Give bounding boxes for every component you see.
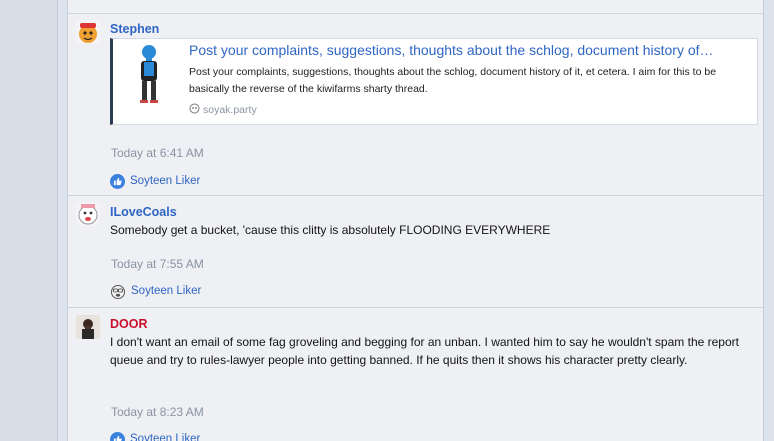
author-name[interactable]: Stephen: [110, 22, 159, 36]
like-icon: [110, 431, 125, 441]
message-text: I don't want an email of some fag grovel…: [110, 335, 739, 367]
reaction-summary[interactable]: Soyteen Liker: [110, 173, 200, 189]
post-stephen: Stephen Post your complaints, suggestion…: [68, 14, 763, 196]
post-door: DOOR I don't want an email of some fag g…: [68, 308, 763, 441]
reaction-label: Soyteen Liker: [130, 433, 201, 441]
embed-source-label: soyak.party: [203, 104, 257, 116]
blue-figure-icon: [136, 44, 162, 104]
avatar[interactable]: [76, 202, 100, 226]
favicon-icon: [189, 103, 200, 117]
post-ilovecoals: ILoveCoals Somebody get a bucket, 'cause…: [68, 196, 763, 308]
post-timestamp[interactable]: Today at 6:41 AM: [111, 146, 204, 160]
embed-source[interactable]: soyak.party: [189, 103, 257, 117]
reaction-summary[interactable]: Soyteen Liker: [110, 283, 201, 299]
like-icon: [110, 173, 125, 189]
left-sidebar-rail: [0, 0, 58, 441]
reaction-label: Soyteen Liker: [130, 175, 201, 187]
reaction-summary[interactable]: Soyteen Liker: [110, 431, 200, 441]
post-timestamp[interactable]: Today at 8:23 AM: [111, 405, 204, 419]
post-timestamp[interactable]: Today at 7:55 AM: [111, 257, 204, 271]
author-name[interactable]: DOOR: [110, 317, 148, 331]
embed-description: Post your complaints, suggestions, thoug…: [189, 66, 717, 95]
avatar[interactable]: [76, 20, 100, 44]
message-text: Somebody get a bucket, 'cause this clitt…: [110, 223, 551, 237]
avatar[interactable]: [76, 315, 100, 339]
author-name[interactable]: ILoveCoals: [110, 205, 177, 219]
embed-title-link[interactable]: Post your complaints, suggestions, thoug…: [189, 42, 751, 58]
soyjak-icon: [110, 283, 126, 299]
message-feed: Stephen Post your complaints, suggestion…: [67, 0, 764, 441]
link-embed-card[interactable]: Post your complaints, suggestions, thoug…: [110, 38, 758, 125]
previous-post-edge: [68, 0, 763, 14]
reaction-label: Soyteen Liker: [131, 285, 202, 297]
